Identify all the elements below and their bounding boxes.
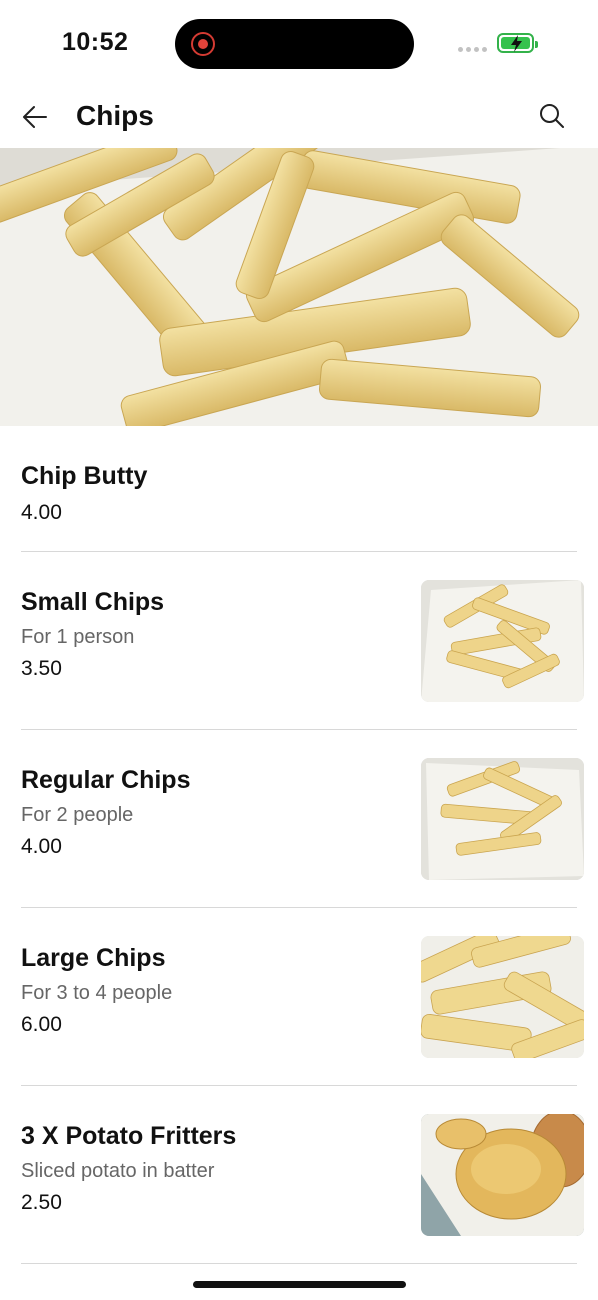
menu-item-chip-butty[interactable]: Chip Butty 4.00 xyxy=(0,426,598,552)
menu-item-name: Chip Butty xyxy=(21,462,148,490)
menu-item-potato-fritters[interactable]: 3 X Potato Fritters Sliced potato in bat… xyxy=(0,1086,598,1264)
menu-item-description: For 1 person xyxy=(21,626,135,648)
menu-item-regular-chips[interactable]: Regular Chips For 2 people 4.00 xyxy=(0,730,598,908)
menu-item-name: Small Chips xyxy=(21,588,165,616)
menu-item-image xyxy=(421,1114,584,1236)
menu-item-image xyxy=(421,580,584,702)
page-title: Chips xyxy=(76,100,154,131)
menu-item-small-chips[interactable]: Small Chips For 1 person 3.50 xyxy=(0,552,598,730)
menu-item-price: 3.50 xyxy=(21,657,62,680)
screen-recording-icon xyxy=(191,32,215,56)
menu-item-name: Regular Chips xyxy=(21,766,191,794)
menu-item-description: Sliced potato in batter xyxy=(21,1160,215,1182)
app-header: Chips xyxy=(0,88,598,148)
menu-item-price: 2.50 xyxy=(21,1191,62,1214)
category-hero-image xyxy=(0,148,598,426)
menu-item-image xyxy=(421,758,584,880)
cellular-signal-icon xyxy=(458,47,487,52)
menu-item-list: Chip Butty 4.00 Small Chips For 1 person… xyxy=(0,426,598,1264)
menu-item-price: 6.00 xyxy=(21,1013,62,1036)
menu-item-price: 4.00 xyxy=(21,501,62,524)
dynamic-island xyxy=(175,19,414,69)
menu-item-large-chips[interactable]: Large Chips For 3 to 4 people 6.00 xyxy=(0,908,598,1086)
menu-item-name: Large Chips xyxy=(21,944,166,972)
menu-item-name: 3 X Potato Fritters xyxy=(21,1122,237,1150)
home-indicator[interactable] xyxy=(193,1281,406,1288)
divider xyxy=(21,1263,577,1264)
status-time: 10:52 xyxy=(62,28,129,56)
menu-item-image xyxy=(421,936,584,1058)
status-bar: 10:52 xyxy=(0,0,598,88)
search-icon[interactable] xyxy=(538,102,566,130)
menu-item-description: For 3 to 4 people xyxy=(21,982,173,1004)
menu-item-description: For 2 people xyxy=(21,804,134,826)
arrow-left-icon[interactable] xyxy=(20,102,50,132)
battery-charging-icon xyxy=(497,33,538,53)
menu-item-price: 4.00 xyxy=(21,835,62,858)
